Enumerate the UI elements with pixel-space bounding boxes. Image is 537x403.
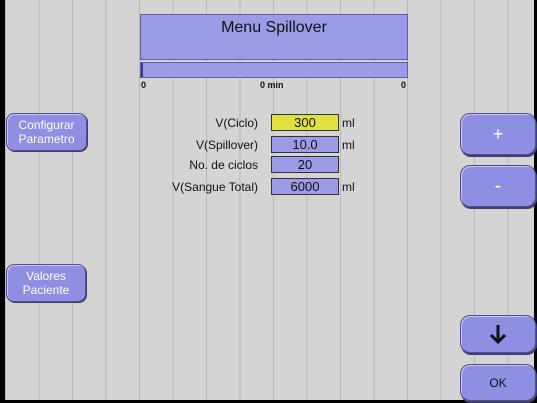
valores-paciente-label: Valores Paciente bbox=[22, 269, 70, 297]
v-spillover-unit: ml bbox=[342, 138, 355, 152]
spillover-screen: Menu Spillover 0 0 min 0 Configurar Para… bbox=[0, 0, 537, 403]
progress-fill bbox=[141, 63, 143, 77]
valores-paciente-button[interactable]: Valores Paciente bbox=[6, 264, 86, 302]
v-ciclo-field[interactable]: 300 bbox=[271, 114, 339, 131]
title-panel: Menu Spillover bbox=[140, 14, 408, 60]
v-ciclo-unit: ml bbox=[342, 116, 355, 130]
left-border bbox=[0, 0, 5, 403]
minus-label: - bbox=[494, 174, 502, 197]
v-sangue-total-field[interactable]: 6000 bbox=[271, 178, 339, 195]
progress-end-label: 0 bbox=[401, 80, 407, 90]
minus-button[interactable]: - bbox=[460, 165, 536, 207]
ok-button[interactable]: OK bbox=[460, 364, 536, 401]
v-spillover-field[interactable]: 10.0 bbox=[271, 136, 339, 153]
plus-button[interactable]: + bbox=[460, 113, 536, 155]
v-spillover-label: V(Spillover) bbox=[195, 138, 258, 152]
progress-start-label: 0 bbox=[141, 80, 147, 90]
progress-bar bbox=[140, 62, 408, 78]
configurar-parametro-label: Configurar Parametro bbox=[18, 118, 75, 146]
arrow-down-icon bbox=[489, 325, 507, 345]
plus-label: + bbox=[492, 123, 504, 144]
configurar-parametro-button[interactable]: Configurar Parametro bbox=[6, 113, 87, 151]
down-button[interactable] bbox=[460, 315, 536, 353]
ok-label: OK bbox=[489, 375, 507, 390]
v-sangue-total-label: V(Sangue Total) bbox=[172, 180, 258, 194]
no-ciclos-field[interactable]: 20 bbox=[271, 156, 339, 173]
progress-time-label: 0 min bbox=[260, 80, 284, 90]
no-ciclos-label: No. de ciclos bbox=[189, 158, 258, 172]
v-sangue-total-unit: ml bbox=[342, 180, 355, 194]
v-ciclo-label: V(Ciclo) bbox=[215, 116, 258, 130]
page-title: Menu Spillover bbox=[221, 19, 327, 36]
